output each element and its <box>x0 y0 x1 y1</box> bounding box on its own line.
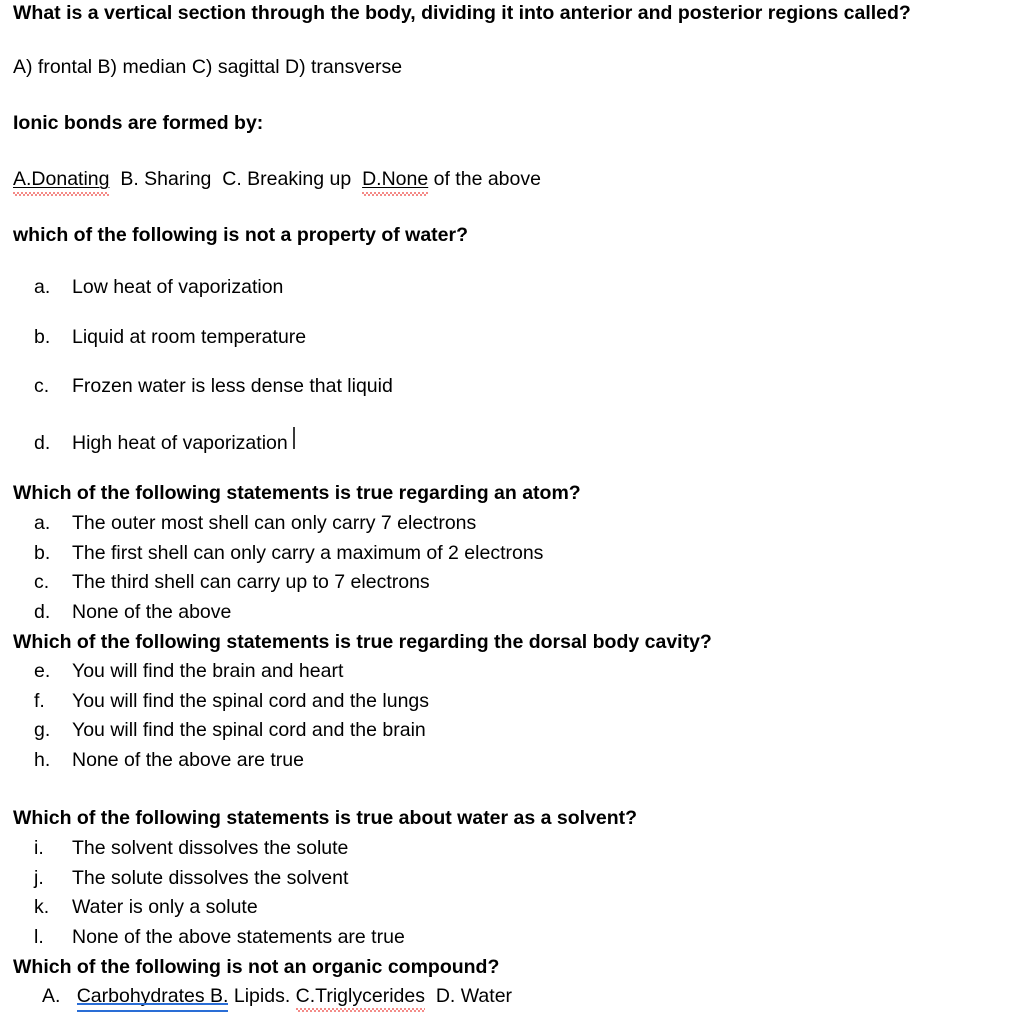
option-q2-d-misspelled: D.None <box>362 168 429 195</box>
option-marker: j. <box>34 866 44 889</box>
option-label: You will find the brain and heart <box>72 660 344 682</box>
option-marker: f. <box>34 689 45 712</box>
option-label: The solute dissolves the solvent <box>72 866 349 889</box>
text-caret <box>292 426 295 449</box>
list-item: a. Low heat of vaporization <box>34 276 393 298</box>
option-list-q5: e. You will find the brain and heart f. … <box>0 660 430 771</box>
option-q7-water: D. Water <box>435 985 513 1007</box>
option-list-q3: a. Low heat of vaporization b. Liquid at… <box>0 276 393 454</box>
option-marker: b. <box>34 325 51 348</box>
option-marker: d. <box>34 431 51 454</box>
list-item: a. The outer most shell can only carry 7… <box>34 512 543 534</box>
list-item: c. The third shell can carry up to 7 ele… <box>34 571 543 593</box>
question-prompt-q4: Which of the following statements is tru… <box>13 482 581 504</box>
option-q7-grammar-run: Carbohydrates B. <box>76 985 229 1011</box>
question-prompt-q6: Which of the following statements is tru… <box>13 807 638 829</box>
option-label: You will find the spinal cord and the lu… <box>72 689 430 712</box>
option-label: None of the above statements are true <box>72 925 405 948</box>
question-prompt-q3: which of the following is not a property… <box>13 224 469 246</box>
option-label: High heat of vaporization <box>72 431 288 454</box>
option-marker: a. <box>34 512 51 534</box>
question-prompt-q5: Which of the following statements is tru… <box>13 631 712 653</box>
question-prompt-q2: Ionic bonds are formed by: <box>13 112 264 134</box>
option-q2-c: C. Breaking up <box>222 168 352 190</box>
question-prompt-q1: What is a vertical section through the b… <box>13 2 911 24</box>
option-q2-spacer-1 <box>109 168 120 190</box>
option-label: The third shell can carry up to 7 electr… <box>72 571 430 593</box>
option-list-q4: a. The outer most shell can only carry 7… <box>0 512 544 623</box>
option-marker: i. <box>34 837 44 859</box>
option-marker: k. <box>34 896 50 918</box>
option-label: The outer most shell can only carry 7 el… <box>72 512 477 534</box>
option-marker: b. <box>34 541 51 564</box>
option-marker: g. <box>34 719 51 741</box>
option-q2-d-rest: of the above <box>428 168 541 190</box>
option-marker: a. <box>34 276 51 298</box>
document-page: What is a vertical section through the b… <box>0 0 1009 1024</box>
option-label: You will find the spinal cord and the br… <box>72 719 426 741</box>
list-item: i. The solvent dissolves the solute <box>34 837 405 859</box>
option-label: Frozen water is less dense that liquid <box>72 375 393 397</box>
list-item: d. None of the above <box>34 600 543 623</box>
option-label: Water is only a solute <box>72 896 258 918</box>
option-q7-spacer-3 <box>425 985 436 1007</box>
option-marker: c. <box>34 571 50 593</box>
option-marker: d. <box>34 600 51 623</box>
option-marker: e. <box>34 660 51 682</box>
list-item: d. High heat of vaporization <box>34 426 393 454</box>
question-prompt-q7: Which of the following is not an organic… <box>13 956 500 978</box>
option-q2-a-misspelled: A.Donating <box>13 168 110 195</box>
option-q2-spacer-3 <box>351 168 362 190</box>
option-label: None of the above are true <box>72 748 304 771</box>
list-item: l. None of the above statements are true <box>34 925 405 948</box>
list-item: h. None of the above are true <box>34 748 429 771</box>
option-q7-marker-a: A. <box>42 985 61 1007</box>
option-marker: h. <box>34 748 51 771</box>
list-item: b. The first shell can only carry a maxi… <box>34 541 544 564</box>
list-item: g. You will find the spinal cord and the… <box>34 719 429 741</box>
list-item: k. Water is only a solute <box>34 896 405 918</box>
option-q2-spacer-2 <box>211 168 222 190</box>
option-marker: c. <box>34 375 50 397</box>
option-q7-triglycerides-misspelled: C.Triglycerides <box>295 985 426 1011</box>
option-label: The solvent dissolves the solute <box>72 837 349 859</box>
list-item: j. The solute dissolves the solvent <box>34 866 405 889</box>
question-answers-q7: A. Carbohydrates B. Lipids. C.Triglyceri… <box>0 985 513 1011</box>
option-label: Low heat of vaporization <box>72 276 284 298</box>
option-q7-lipids: Lipids. <box>228 985 291 1007</box>
option-q7-spacer-1 <box>60 985 76 1007</box>
option-label: The first shell can only carry a maximum… <box>72 541 544 564</box>
list-item: f. You will find the spinal cord and the… <box>34 689 430 712</box>
list-item: e. You will find the brain and heart <box>34 660 429 682</box>
list-item: c. Frozen water is less dense that liqui… <box>34 375 393 397</box>
question-answers-q2: A.Donating B. Sharing C. Breaking up D.N… <box>0 168 541 195</box>
option-label: None of the above <box>72 600 232 623</box>
list-item: b. Liquid at room temperature <box>34 325 393 348</box>
option-q2-b: B. Sharing <box>120 168 212 190</box>
option-marker: l. <box>34 925 44 948</box>
question-answers-q1: A) frontal B) median C) sagittal D) tran… <box>13 56 403 78</box>
option-list-q6: i. The solvent dissolves the solute j. T… <box>0 837 405 948</box>
option-label: Liquid at room temperature <box>72 325 307 348</box>
